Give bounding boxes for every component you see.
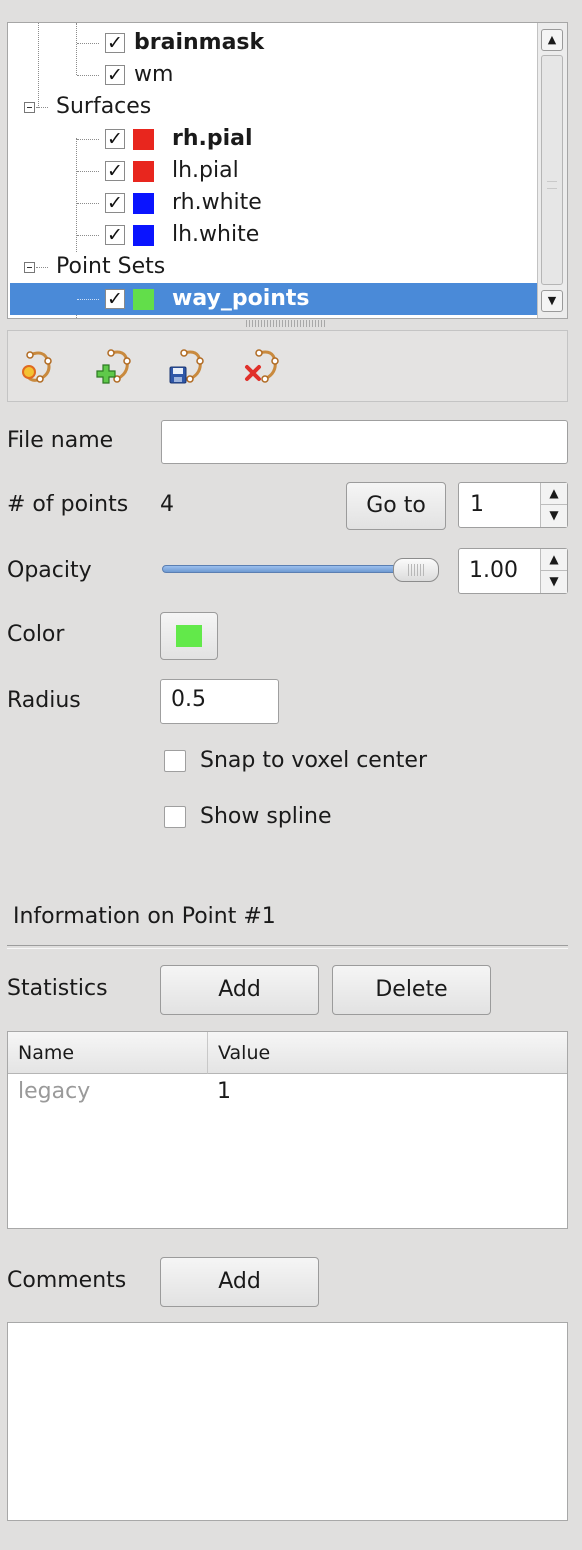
layer-visibility-checkbox[interactable]: ✓ xyxy=(105,193,125,213)
num-points-label: # of points xyxy=(7,492,129,517)
tree-branch-line xyxy=(77,203,99,204)
point-index-value: 1 xyxy=(470,492,484,517)
layer-tree[interactable]: ✓ brainmask ✓ wm Surfaces ✓ rh.pial ✓ lh… xyxy=(7,22,568,319)
tree-group-label: Surfaces xyxy=(56,94,152,119)
tree-item-wm[interactable]: ✓ wm xyxy=(8,59,537,91)
tree-branch-line xyxy=(36,107,48,108)
spin-up-icon[interactable]: ▲ xyxy=(540,483,567,505)
tree-item-label: rh.pial xyxy=(172,126,253,151)
layer-color-swatch xyxy=(133,129,154,150)
delete-statistic-button[interactable]: Delete xyxy=(332,965,491,1015)
tree-item-lh-white[interactable]: ✓ lh.white xyxy=(8,219,537,251)
layer-visibility-checkbox[interactable]: ✓ xyxy=(105,65,125,85)
tree-item-label: wm xyxy=(134,62,174,87)
tree-item-way-points[interactable]: ✓ way_points xyxy=(10,283,537,315)
tree-scrollbar[interactable]: ▲ ▼ xyxy=(537,23,567,318)
remove-point-set-icon[interactable] xyxy=(241,343,287,389)
table-cell-value: 1 xyxy=(217,1079,231,1104)
scroll-up-arrow-icon[interactable]: ▲ xyxy=(541,29,563,51)
color-picker-button[interactable] xyxy=(160,612,218,660)
add-statistic-button[interactable]: Add xyxy=(160,965,319,1015)
comments-label: Comments xyxy=(7,1268,127,1293)
point-index-spinbox[interactable]: 1 ▲ ▼ xyxy=(458,482,568,528)
new-point-set-icon[interactable] xyxy=(18,343,64,389)
tree-branch-line xyxy=(77,139,99,140)
scrollbar-thumb[interactable] xyxy=(541,55,563,285)
layer-visibility-checkbox[interactable]: ✓ xyxy=(105,33,125,53)
tree-branch-line xyxy=(77,43,99,44)
column-header-name[interactable]: Name xyxy=(8,1032,208,1074)
statistics-label: Statistics xyxy=(7,976,108,1001)
tree-branch-line xyxy=(77,171,99,172)
opacity-spinbox[interactable]: 1.00 ▲ ▼ xyxy=(458,548,568,594)
color-swatch xyxy=(176,625,202,647)
divider xyxy=(7,945,568,949)
tree-item-brainmask[interactable]: ✓ brainmask xyxy=(8,27,537,59)
tree-item-label: way_points xyxy=(172,286,310,311)
scroll-down-arrow-icon[interactable]: ▼ xyxy=(541,290,563,312)
panel-splitter-handle[interactable] xyxy=(246,320,326,327)
add-point-icon[interactable] xyxy=(93,343,139,389)
tree-branch-line xyxy=(77,75,99,76)
num-points-value: 4 xyxy=(160,492,174,517)
tree-branch-line xyxy=(36,267,48,268)
save-point-set-icon[interactable] xyxy=(166,343,212,389)
tree-item-label: lh.white xyxy=(172,222,260,247)
go-to-button[interactable]: Go to xyxy=(346,482,446,530)
show-spline-label: Show spline xyxy=(200,804,332,829)
table-cell-name: legacy xyxy=(18,1079,91,1104)
opacity-slider-handle[interactable] xyxy=(393,558,439,582)
show-spline-checkbox[interactable] xyxy=(164,806,186,828)
layer-visibility-checkbox[interactable]: ✓ xyxy=(105,161,125,181)
layer-visibility-checkbox[interactable]: ✓ xyxy=(105,129,125,149)
tree-item-label: lh.pial xyxy=(172,158,239,183)
tree-item-rh-white[interactable]: ✓ rh.white xyxy=(8,187,537,219)
tree-group-label: Point Sets xyxy=(56,254,166,279)
add-comment-button[interactable]: Add xyxy=(160,1257,319,1307)
layer-visibility-checkbox[interactable]: ✓ xyxy=(105,289,125,309)
radius-field[interactable]: 0.5 xyxy=(160,679,279,724)
collapse-icon[interactable] xyxy=(24,262,35,273)
spin-down-icon[interactable]: ▼ xyxy=(540,504,567,527)
layer-color-swatch xyxy=(133,289,154,310)
tree-item-label: brainmask xyxy=(134,30,265,55)
file-name-label: File name xyxy=(7,428,114,453)
layer-color-swatch xyxy=(133,161,154,182)
point-info-title: Information on Point #1 xyxy=(13,904,276,929)
radius-label: Radius xyxy=(7,688,81,713)
point-set-toolbar xyxy=(7,330,568,402)
collapse-icon[interactable] xyxy=(24,102,35,113)
spin-down-icon[interactable]: ▼ xyxy=(540,570,567,593)
layer-color-swatch xyxy=(133,193,154,214)
tree-item-label: rh.white xyxy=(172,190,262,215)
tree-branch-line xyxy=(77,299,99,300)
layer-visibility-checkbox[interactable]: ✓ xyxy=(105,225,125,245)
snap-to-voxel-checkbox[interactable] xyxy=(164,750,186,772)
opacity-value: 1.00 xyxy=(469,558,518,583)
color-label: Color xyxy=(7,622,65,647)
tree-group-point-sets[interactable]: Point Sets xyxy=(8,251,537,283)
opacity-label: Opacity xyxy=(7,558,92,583)
tree-item-rh-pial[interactable]: ✓ rh.pial xyxy=(8,123,537,155)
tree-item-lh-pial[interactable]: ✓ lh.pial xyxy=(8,155,537,187)
snap-to-voxel-label: Snap to voxel center xyxy=(200,748,427,773)
tree-group-surfaces[interactable]: Surfaces xyxy=(8,91,537,123)
statistics-table[interactable]: Name Value legacy 1 xyxy=(7,1031,568,1229)
comments-box[interactable] xyxy=(7,1322,568,1521)
spin-up-icon[interactable]: ▲ xyxy=(540,549,567,571)
column-header-value[interactable]: Value xyxy=(208,1032,567,1074)
file-name-field[interactable] xyxy=(161,420,568,464)
table-row[interactable]: legacy 1 xyxy=(8,1076,567,1112)
tree-branch-line xyxy=(77,235,99,236)
layer-color-swatch xyxy=(133,225,154,246)
